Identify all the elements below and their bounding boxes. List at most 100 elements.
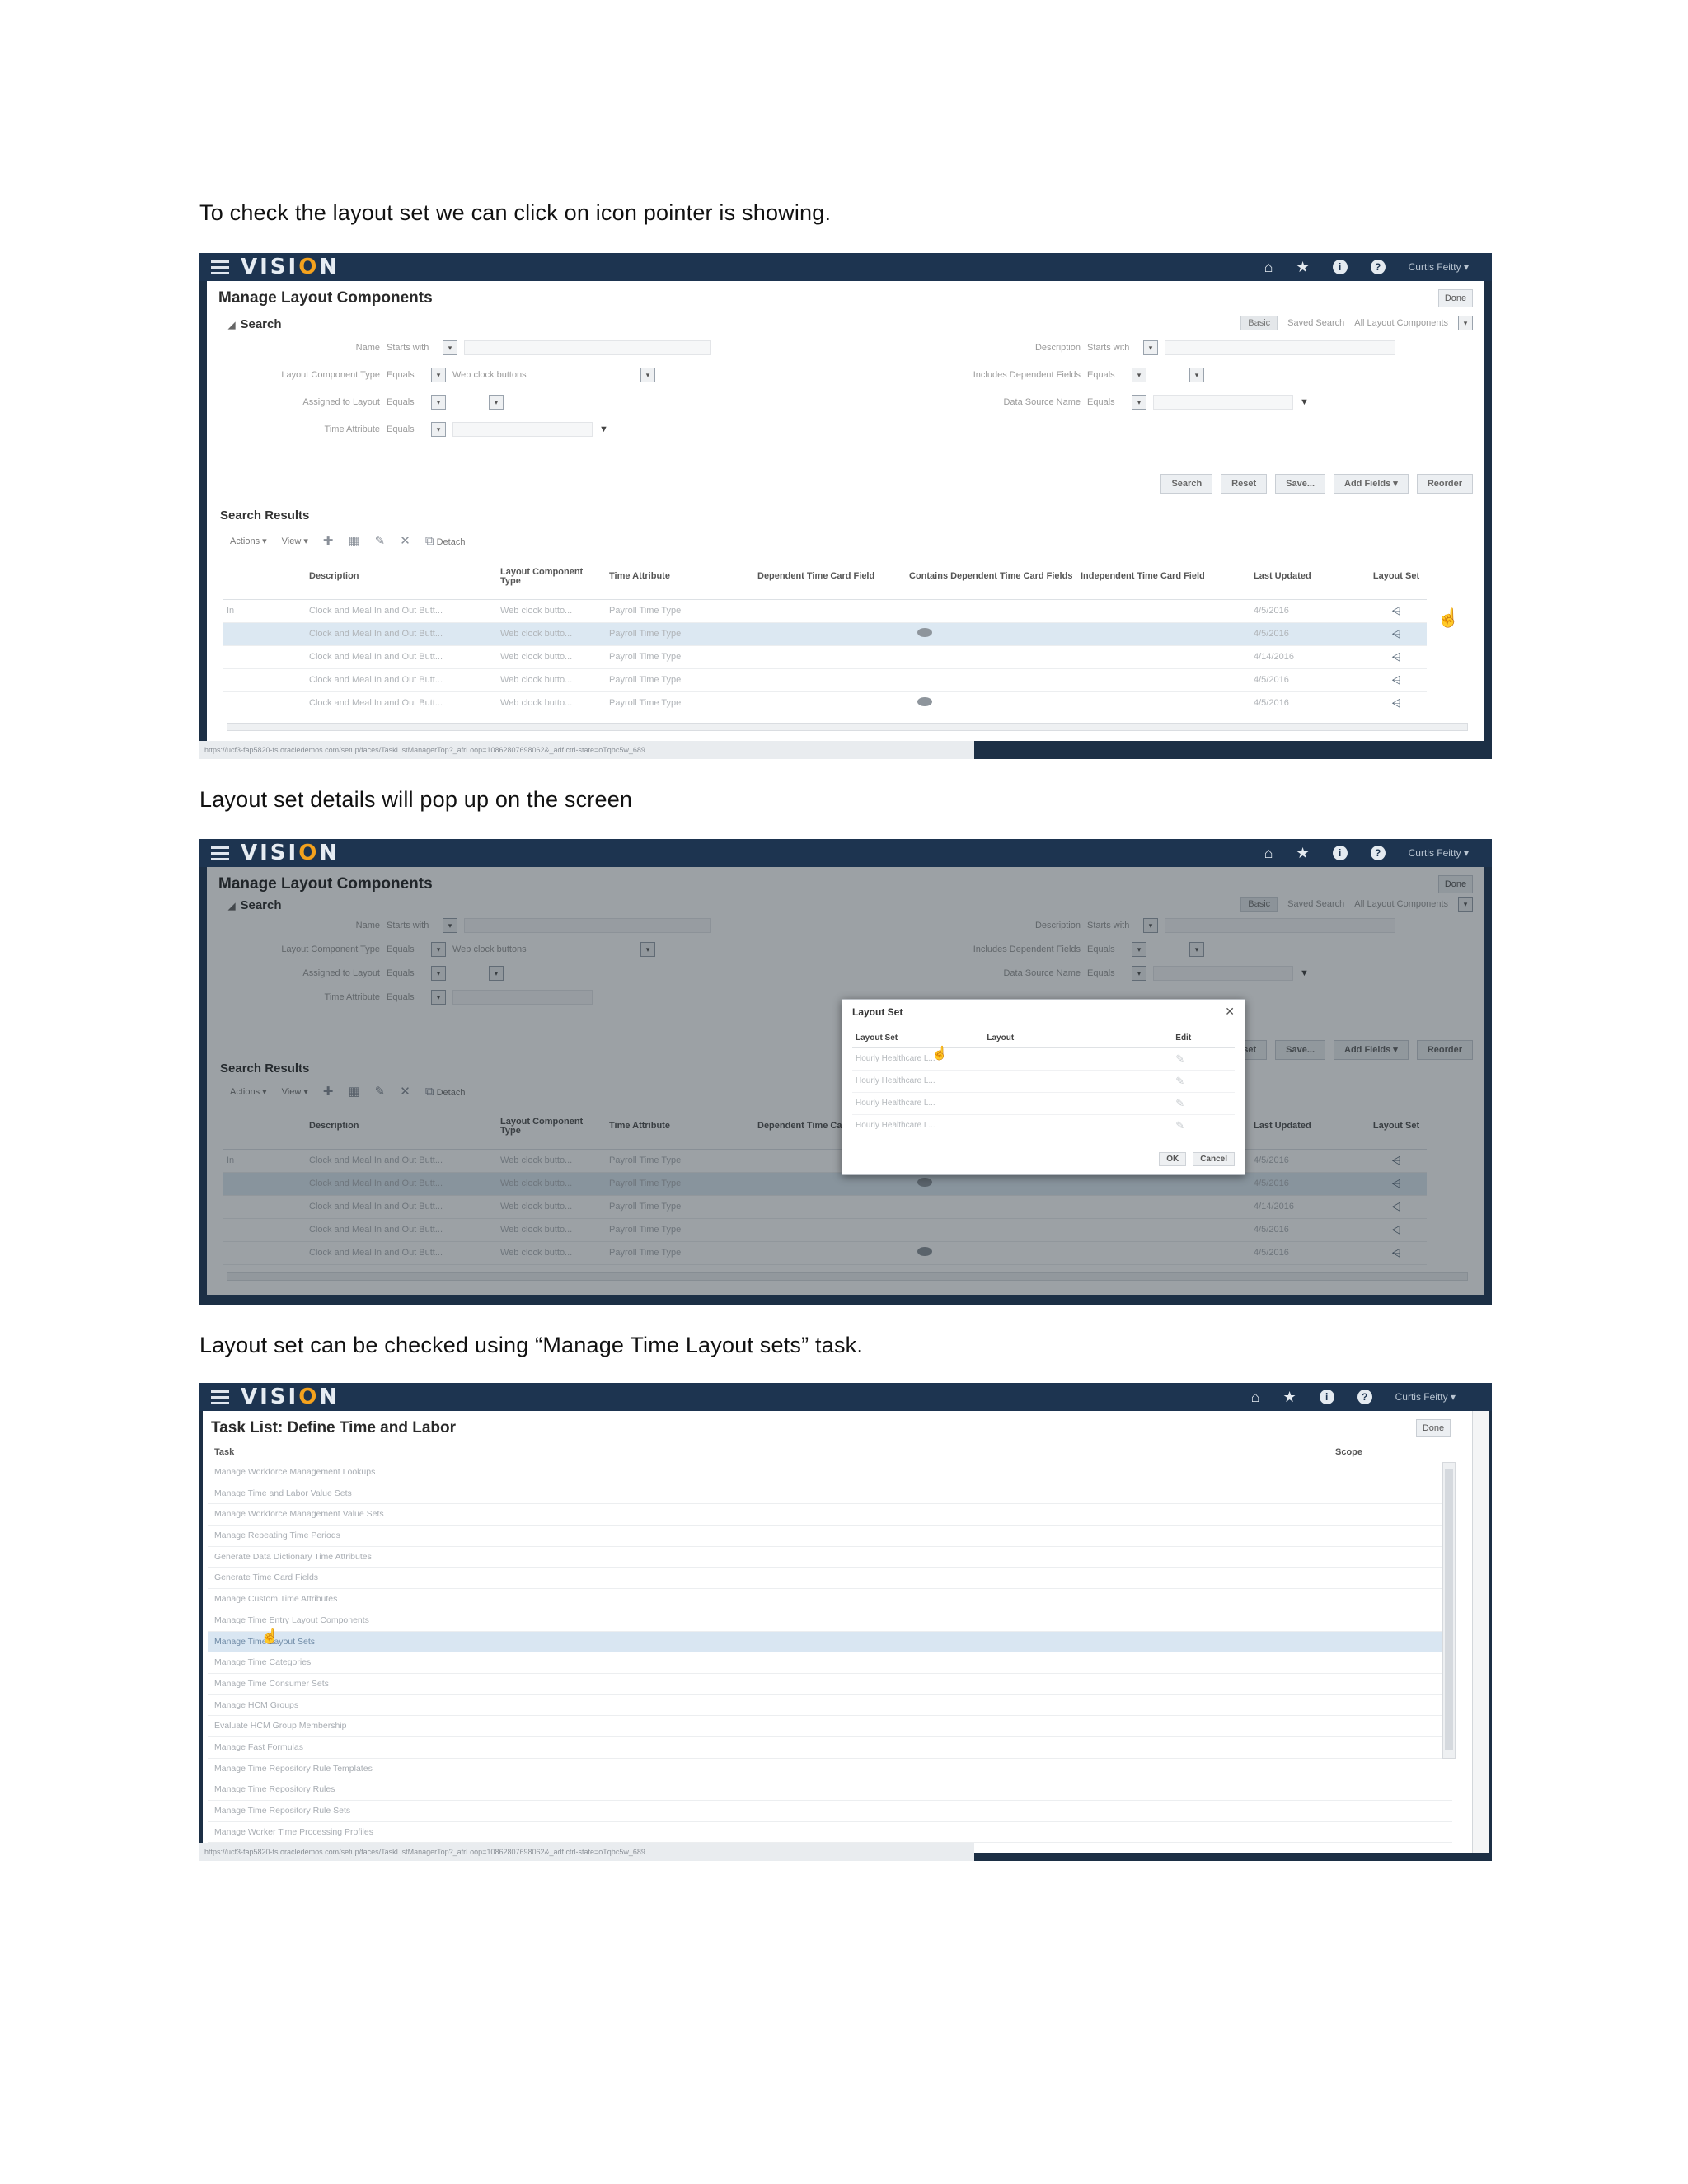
ok-button[interactable]: OK bbox=[1159, 1152, 1187, 1166]
task-item[interactable]: Manage Workforce Management Value Sets bbox=[208, 1504, 1452, 1526]
home-icon[interactable]: ⌂ bbox=[1264, 259, 1273, 276]
task-item[interactable]: Manage Custom Time Attributes bbox=[208, 1589, 1452, 1610]
task-item[interactable]: Manage Worker Time Processing Profiles bbox=[208, 1822, 1452, 1844]
home-icon[interactable]: ⌂ bbox=[1264, 845, 1273, 862]
task-item[interactable]: Manage Workforce Management Lookups bbox=[208, 1462, 1452, 1483]
saved-search-dropdown-icon[interactable]: ▾ bbox=[1458, 316, 1473, 330]
filter-input[interactable] bbox=[1153, 395, 1293, 410]
chevron-down-icon[interactable]: ▾ bbox=[431, 395, 446, 410]
filter-input[interactable] bbox=[464, 340, 711, 355]
task-item[interactable]: Manage HCM Groups bbox=[208, 1695, 1452, 1717]
eye-icon[interactable] bbox=[917, 628, 932, 637]
table-row[interactable]: Clock and Meal In and Out Butt... Web cl… bbox=[223, 645, 1427, 669]
vertical-scrollbar[interactable] bbox=[1442, 1462, 1456, 1759]
close-icon[interactable]: ✕ bbox=[1225, 1005, 1235, 1019]
cell-layout-set[interactable]: Hourly Healthcare L... bbox=[852, 1047, 984, 1071]
reorder-button[interactable]: Reorder bbox=[1416, 474, 1473, 494]
eye-icon[interactable] bbox=[917, 697, 932, 706]
search-button[interactable]: Search bbox=[1160, 474, 1213, 494]
horizontal-scrollbar[interactable] bbox=[227, 723, 1468, 731]
user-menu[interactable]: Curtis Feitty ▾ bbox=[1409, 847, 1469, 859]
favorites-star-icon[interactable]: ★ bbox=[1296, 259, 1309, 276]
filter-input[interactable] bbox=[452, 422, 593, 437]
hamburger-menu-icon[interactable] bbox=[211, 1390, 229, 1404]
user-menu[interactable]: Curtis Feitty ▾ bbox=[1395, 1391, 1456, 1403]
info-icon[interactable]: i bbox=[1332, 260, 1348, 274]
column-header[interactable]: Contains Dependent Time Card Fields bbox=[906, 555, 1077, 600]
add-fields-button[interactable]: Add Fields ▾ bbox=[1334, 474, 1409, 494]
favorites-star-icon[interactable]: ★ bbox=[1296, 845, 1309, 862]
basic-button[interactable]: Basic bbox=[1240, 316, 1278, 330]
chevron-down-icon[interactable]: ▼ bbox=[599, 424, 608, 434]
chevron-down-icon[interactable]: ▾ bbox=[489, 395, 504, 410]
task-item[interactable]: Generate Data Dictionary Time Attributes bbox=[208, 1547, 1452, 1568]
table-row[interactable]: Hourly Healthcare L... ✎ bbox=[852, 1047, 1235, 1071]
edit-pencil-icon[interactable]: ✎ bbox=[1175, 1119, 1184, 1132]
chevron-down-icon[interactable]: ▾ bbox=[640, 368, 655, 382]
column-header[interactable]: Layout Set bbox=[852, 1029, 984, 1048]
column-header[interactable]: Layout Set bbox=[1366, 555, 1427, 600]
edit-pencil-icon[interactable]: ✎ bbox=[1175, 1075, 1184, 1087]
column-header[interactable]: Edit bbox=[1172, 1029, 1235, 1048]
scrollbar-thumb[interactable] bbox=[1445, 1469, 1453, 1750]
task-item[interactable]: Manage Time Repository Rules bbox=[208, 1779, 1452, 1801]
chevron-down-icon[interactable]: ▾ bbox=[431, 368, 446, 382]
info-icon[interactable]: i bbox=[1319, 1390, 1334, 1404]
chevron-down-icon[interactable]: ▾ bbox=[431, 422, 446, 437]
info-icon[interactable]: i bbox=[1332, 846, 1348, 860]
scope-column-header[interactable]: Scope bbox=[1335, 1447, 1362, 1457]
table-row[interactable]: Hourly Healthcare L... ✎ bbox=[852, 1070, 1235, 1093]
table-row[interactable]: Clock and Meal In and Out Butt... Web cl… bbox=[223, 622, 1427, 646]
table-row[interactable]: Clock and Meal In and Out Butt... Web cl… bbox=[223, 668, 1427, 692]
task-item[interactable]: Manage Fast Formulas bbox=[208, 1737, 1452, 1759]
task-item[interactable]: Evaluate HCM Group Membership bbox=[208, 1716, 1452, 1737]
layout-set-icon[interactable]: ⩤ bbox=[1366, 645, 1427, 669]
filter-operator[interactable]: Equals bbox=[387, 397, 424, 407]
filter-operator[interactable]: Starts with bbox=[387, 343, 436, 353]
table-row[interactable]: Hourly Healthcare L... ✎ bbox=[852, 1092, 1235, 1115]
home-icon[interactable]: ⌂ bbox=[1251, 1389, 1260, 1406]
help-icon[interactable]: ? bbox=[1357, 1390, 1372, 1404]
save-button[interactable]: Save... bbox=[1275, 474, 1325, 494]
filter-input[interactable] bbox=[1165, 340, 1395, 355]
saved-search-value[interactable]: All Layout Components bbox=[1354, 318, 1448, 328]
hamburger-menu-icon[interactable] bbox=[211, 846, 229, 860]
help-icon[interactable]: ? bbox=[1370, 260, 1386, 274]
column-header[interactable]: Description bbox=[306, 555, 497, 600]
cell-layout-set[interactable]: Hourly Healthcare L... bbox=[852, 1070, 984, 1093]
column-header[interactable]: Time Attribute bbox=[606, 555, 754, 600]
column-header[interactable]: Last Updated bbox=[1250, 555, 1366, 600]
chevron-down-icon[interactable]: ▾ bbox=[1132, 368, 1146, 382]
actions-menu[interactable]: Actions ▾ bbox=[230, 536, 267, 546]
column-header[interactable]: Dependent Time Card Field bbox=[754, 555, 906, 600]
edit-pencil-icon[interactable]: ✎ bbox=[375, 533, 386, 548]
table-row[interactable]: In Clock and Meal In and Out Butt... Web… bbox=[223, 599, 1427, 623]
done-button[interactable]: Done bbox=[1416, 1419, 1451, 1437]
task-item[interactable]: Manage Time Categories bbox=[208, 1652, 1452, 1674]
cell-layout-set[interactable]: Hourly Healthcare L... bbox=[852, 1114, 984, 1137]
detach-button[interactable]: ⧉ Detach bbox=[425, 534, 466, 548]
filter-operator[interactable]: Equals bbox=[387, 370, 424, 380]
chevron-down-icon[interactable]: ▾ bbox=[1132, 395, 1146, 410]
delete-icon[interactable]: ✕ bbox=[400, 533, 410, 548]
add-icon[interactable]: ✚ bbox=[323, 533, 334, 548]
user-menu[interactable]: Curtis Feitty ▾ bbox=[1409, 261, 1469, 273]
task-item[interactable]: Manage Time Repository Rule Sets bbox=[208, 1801, 1452, 1822]
task-item[interactable]: Manage Time Consumer Sets bbox=[208, 1674, 1452, 1695]
chevron-down-icon[interactable]: ▾ bbox=[1143, 340, 1158, 355]
cancel-button[interactable]: Cancel bbox=[1193, 1152, 1235, 1166]
reset-button[interactable]: Reset bbox=[1221, 474, 1268, 494]
column-header[interactable] bbox=[223, 555, 306, 600]
done-button[interactable]: Done bbox=[1438, 289, 1473, 307]
column-header[interactable]: Independent Time Card Field bbox=[1077, 555, 1250, 600]
search-section-header[interactable]: ◢ Search bbox=[228, 317, 282, 331]
filter-operator[interactable]: Equals bbox=[1087, 397, 1125, 407]
help-icon[interactable]: ? bbox=[1370, 846, 1386, 860]
task-item[interactable]: Generate Time Card Fields bbox=[208, 1568, 1452, 1590]
task-item[interactable]: Manage Time and Labor Value Sets bbox=[208, 1483, 1452, 1505]
layout-set-icon[interactable]: ⩤ bbox=[1366, 622, 1427, 646]
view-menu[interactable]: View ▾ bbox=[282, 536, 308, 546]
edit-pencil-icon[interactable]: ✎ bbox=[1175, 1097, 1184, 1109]
favorites-star-icon[interactable]: ★ bbox=[1282, 1389, 1296, 1406]
task-item-selected[interactable]: Manage Time Layout Sets bbox=[208, 1631, 1452, 1653]
